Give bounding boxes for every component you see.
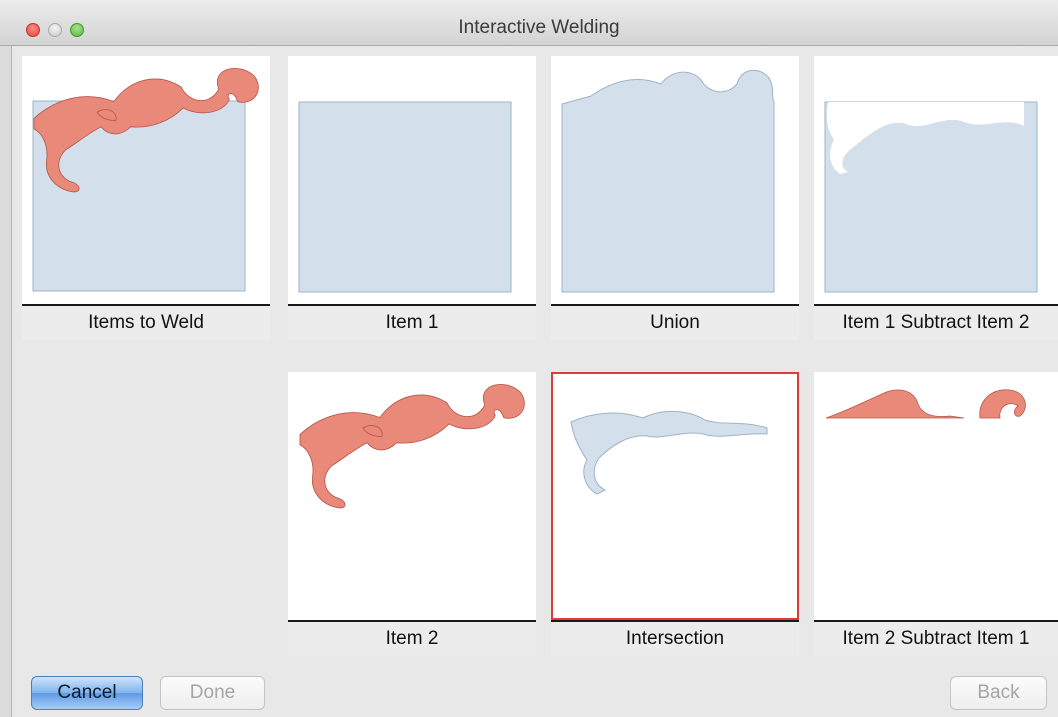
done-button[interactable]: Done: [160, 676, 265, 710]
tile-caption: Intersection: [551, 622, 799, 656]
title-bar: Interactive Welding: [0, 0, 1058, 46]
window-title: Interactive Welding: [458, 17, 620, 38]
window-left-edge: [0, 46, 12, 717]
tile-preview: [551, 56, 799, 304]
tile-preview: [814, 56, 1058, 304]
tile-item-2[interactable]: Item 2: [288, 372, 536, 656]
tile-caption: Item 2 Subtract Item 1: [814, 622, 1058, 656]
tile-caption: Item 1: [288, 306, 536, 340]
back-button[interactable]: Back: [950, 676, 1047, 710]
tile-items-to-weld[interactable]: Items to Weld: [22, 56, 270, 340]
tile-intersection[interactable]: Intersection: [551, 372, 799, 656]
tile-preview: [22, 56, 270, 304]
tile-preview: [814, 372, 1058, 620]
tile-caption: Item 1 Subtract Item 2: [814, 306, 1058, 340]
tile-preview: [551, 372, 799, 620]
tile-item-1-subtract-item-2[interactable]: Item 1 Subtract Item 2: [814, 56, 1058, 340]
tile-union[interactable]: Union: [551, 56, 799, 340]
tile-caption: Item 2: [288, 622, 536, 656]
cancel-button[interactable]: Cancel: [31, 676, 143, 710]
tile-preview: [288, 372, 536, 620]
tile-item-2-subtract-item-1[interactable]: Item 2 Subtract Item 1: [814, 372, 1058, 656]
tile-caption: Union: [551, 306, 799, 340]
tile-caption: Items to Weld: [22, 306, 270, 340]
tile-preview: [288, 56, 536, 304]
tile-item-1[interactable]: Item 1: [288, 56, 536, 340]
